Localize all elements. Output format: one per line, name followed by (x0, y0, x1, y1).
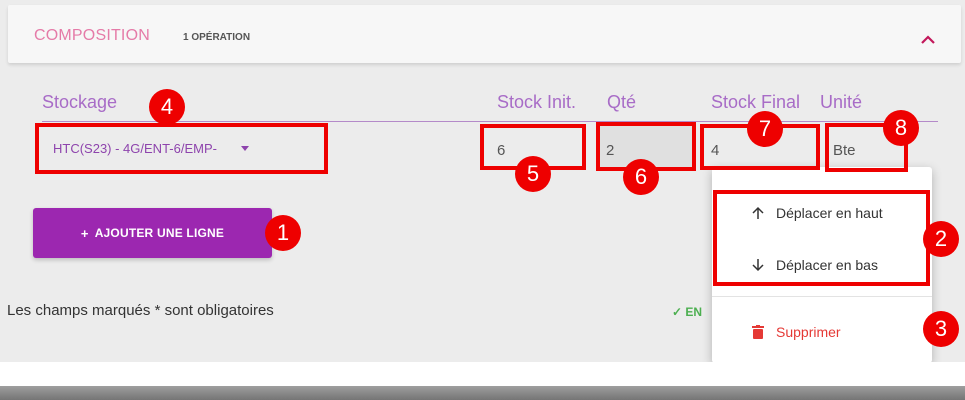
add-line-label: AJOUTER UNE LIGNE (94, 226, 225, 240)
annotation-badge-4: 4 (149, 89, 185, 125)
column-qty: Qté (607, 92, 637, 112)
annotation-box-2 (713, 190, 930, 286)
column-stock-init: Stock Init. (497, 92, 577, 112)
delete-label: Supprimer (776, 324, 841, 340)
annotation-box-4 (35, 123, 328, 174)
annotation-badge-2: 2 (923, 221, 959, 257)
annotation-badge-6: 6 (623, 159, 659, 195)
annotation-badge-3: 3 (923, 311, 959, 347)
add-line-button[interactable]: + AJOUTER UNE LIGNE (33, 208, 272, 258)
column-stock-final: Stock Final (711, 92, 801, 112)
composition-header[interactable]: COMPOSITION 1 OPÉRATION (8, 5, 961, 63)
page: COMPOSITION 1 OPÉRATION Stockage Stock I… (0, 0, 965, 400)
operation-count: 1 OPÉRATION (183, 32, 251, 43)
plus-icon: + (80, 225, 89, 241)
column-unit: Unité (820, 92, 863, 112)
section-title: COMPOSITION (34, 27, 150, 44)
chevron-up-icon[interactable] (918, 30, 938, 50)
save-button-partial[interactable]: ✓ EN (672, 305, 702, 319)
delete-item[interactable]: Supprimer (712, 324, 932, 340)
trash-icon (750, 324, 766, 340)
bottom-strip (0, 362, 965, 386)
composition-panel: COMPOSITION 1 OPÉRATION Stockage Stock I… (0, 0, 965, 363)
annotation-badge-1: 1 (265, 215, 301, 251)
bottom-bar (0, 386, 965, 400)
menu-divider (712, 296, 932, 297)
annotation-badge-5: 5 (515, 156, 551, 192)
column-storage: Stockage (42, 92, 118, 112)
required-fields-note: Les champs marqués * sont obligatoires (7, 302, 274, 319)
annotation-badge-7: 7 (747, 111, 783, 147)
annotation-badge-8: 8 (883, 110, 919, 146)
